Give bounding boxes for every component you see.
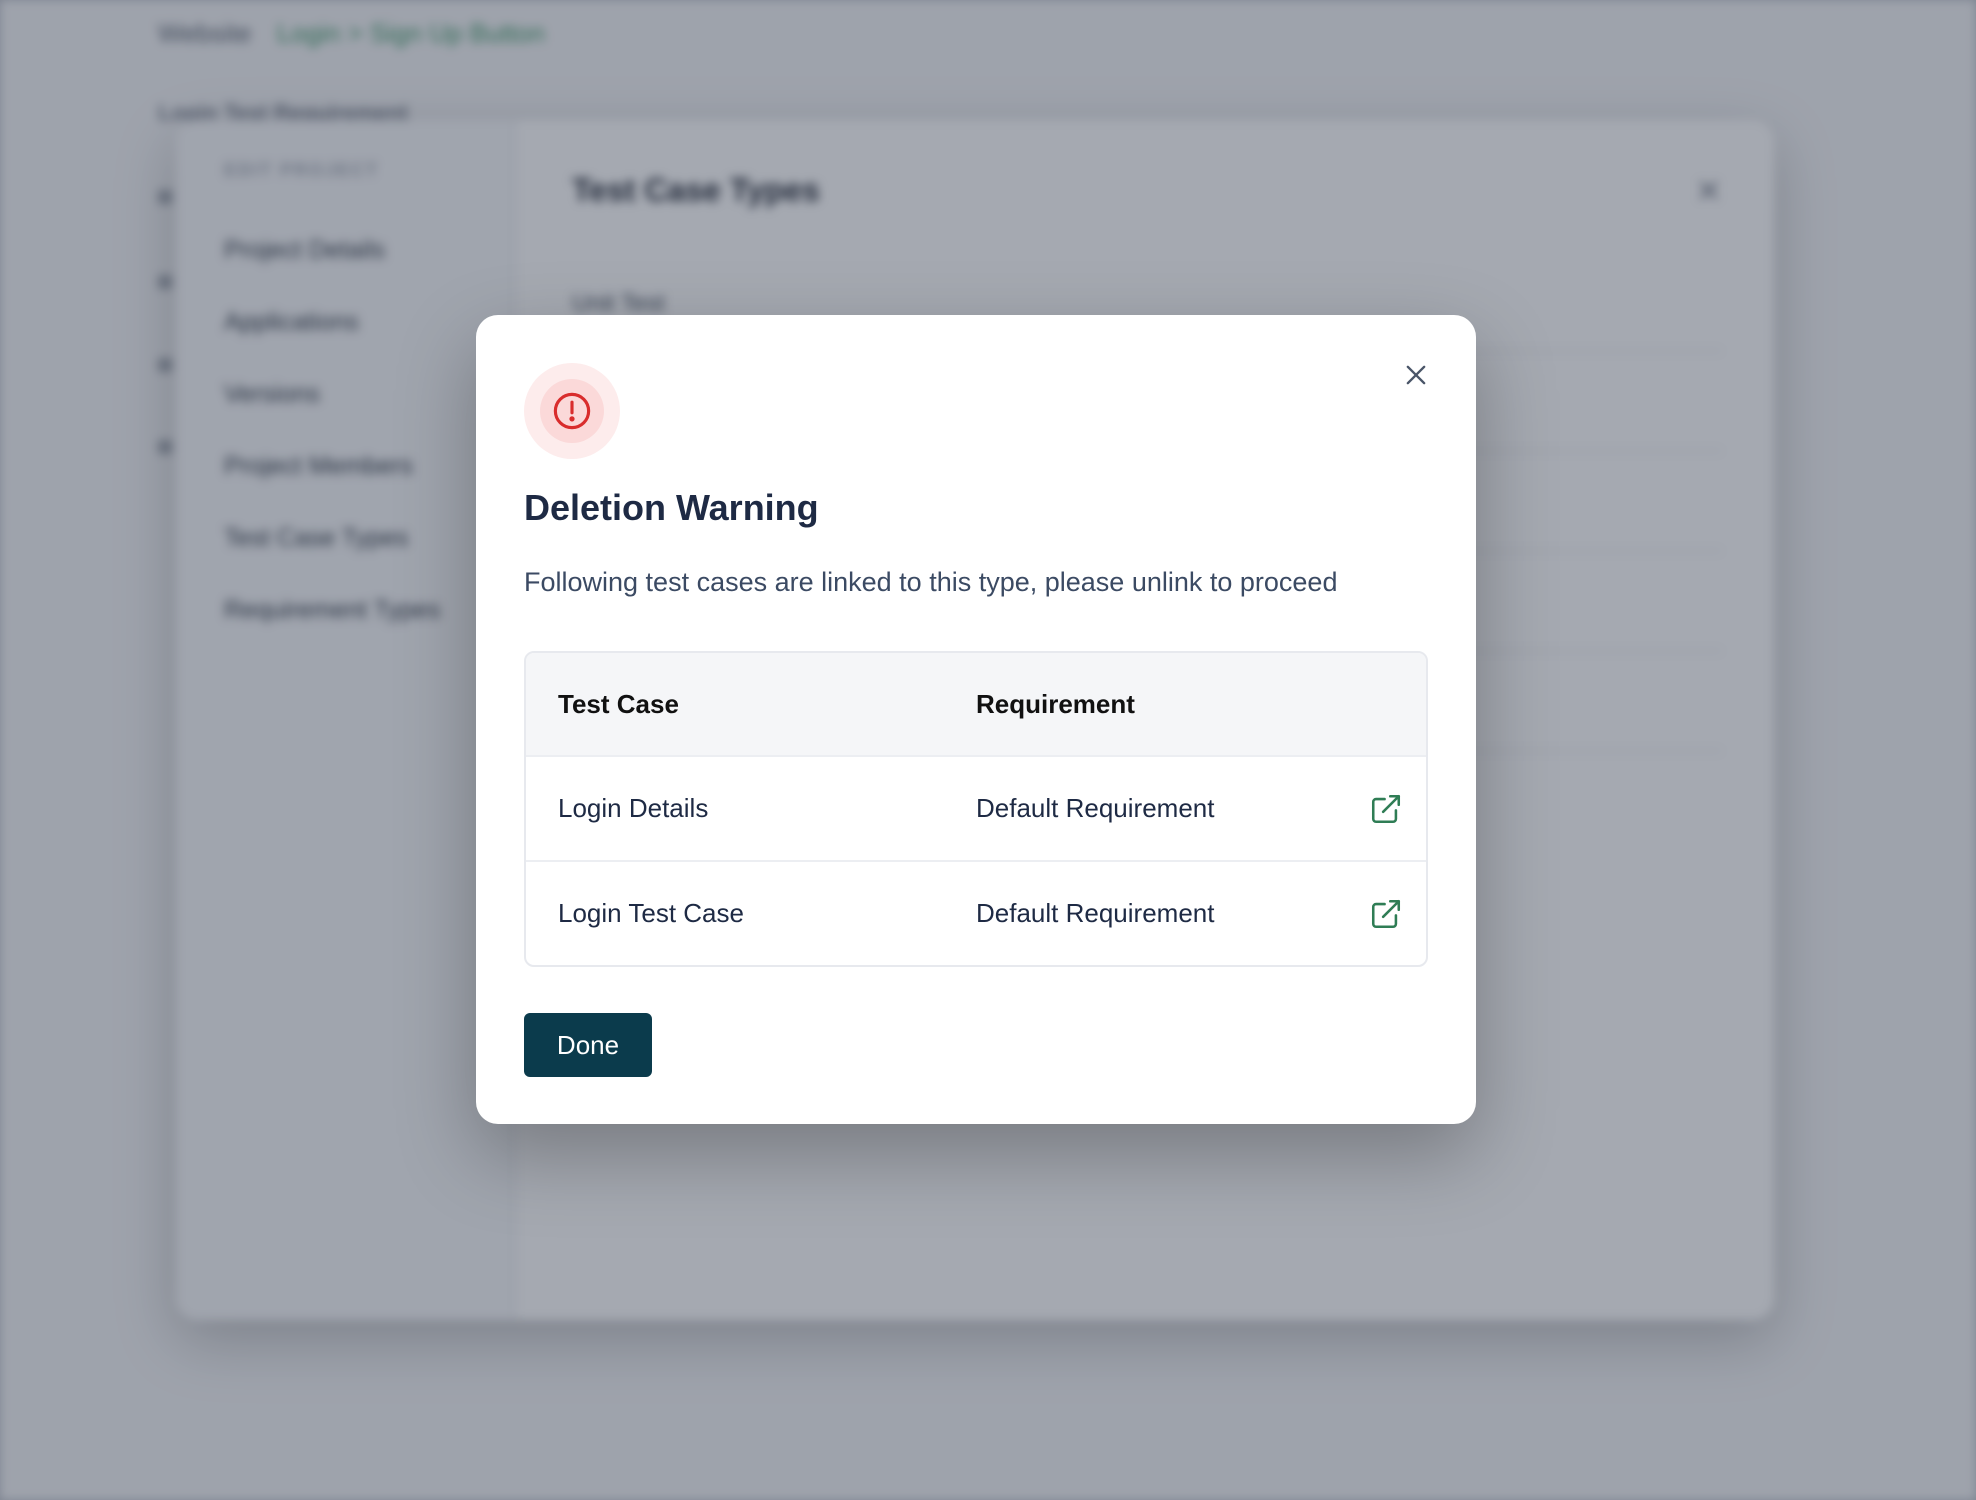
header-requirement: Requirement <box>976 688 1135 719</box>
warning-badge <box>524 363 620 459</box>
external-link-icon <box>1371 794 1401 823</box>
open-test-case-button[interactable] <box>1369 897 1403 931</box>
test-case-name: Login Details <box>558 793 709 823</box>
header-test-case: Test Case <box>558 688 679 719</box>
linked-test-cases-table: Test Case Requirement Login Details Defa… <box>524 651 1428 967</box>
dialog-description: Following test cases are linked to this … <box>524 567 1338 597</box>
done-button[interactable]: Done <box>524 1013 652 1077</box>
external-link-icon <box>1371 899 1401 928</box>
open-test-case-button[interactable] <box>1369 792 1403 826</box>
table-row: Login Details Default Requirement <box>526 757 1426 862</box>
warning-badge-inner <box>540 379 604 443</box>
requirement-name: Default Requirement <box>976 793 1215 823</box>
table-row: Login Test Case Default Requirement <box>526 862 1426 965</box>
close-button[interactable] <box>1396 355 1436 395</box>
alert-circle-icon <box>553 392 591 430</box>
deletion-warning-dialog: Deletion Warning Following test cases ar… <box>476 315 1476 1124</box>
test-case-name: Login Test Case <box>558 898 744 928</box>
table-header: Test Case Requirement <box>526 653 1426 757</box>
requirement-name: Default Requirement <box>976 898 1215 928</box>
close-icon <box>1406 365 1426 385</box>
dialog-title: Deletion Warning <box>524 487 819 528</box>
